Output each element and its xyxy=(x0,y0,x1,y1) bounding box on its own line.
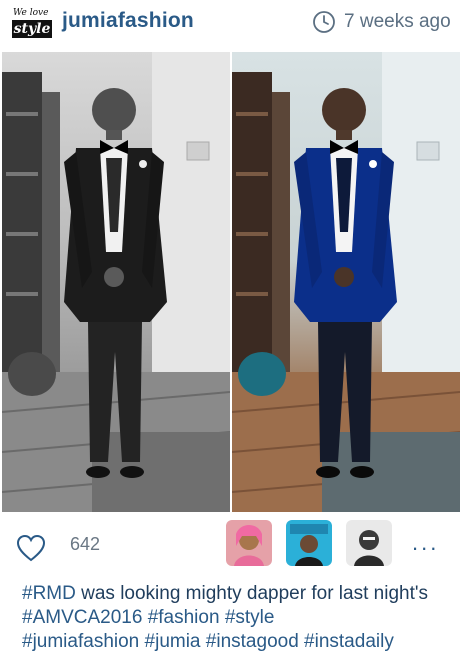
bw-scene xyxy=(2,52,230,512)
hashtag-fashion[interactable]: #fashion xyxy=(148,607,220,628)
post-header: We love style jumiafashion 7 weeks ago xyxy=(0,0,460,48)
caption-text: was looking mighty dapper for last night… xyxy=(75,583,428,604)
hashtag-rmd[interactable]: #RMD xyxy=(22,583,76,604)
post-footer: 642 ... #RMD was looking mighty dapper f… xyxy=(0,512,460,651)
hashtag-instadaily[interactable]: #instadaily xyxy=(304,631,394,651)
more-dots-icon[interactable]: ... xyxy=(412,530,439,556)
photo-panel-color xyxy=(232,52,460,512)
logo-line2: style xyxy=(12,20,52,38)
post-photo[interactable] xyxy=(0,52,460,512)
avatar-3-image xyxy=(346,520,392,566)
like-count: 642 xyxy=(70,534,101,554)
avatar-2-image xyxy=(286,520,332,566)
liker-avatar-2[interactable] xyxy=(286,520,332,566)
color-scene xyxy=(232,52,460,512)
hashtag-jumiafashion[interactable]: #jumiafashion xyxy=(22,631,139,651)
clock-icon xyxy=(313,11,335,33)
liker-avatar-1[interactable] xyxy=(226,520,272,566)
avatar-1-image xyxy=(226,520,272,566)
hashtag-jumia[interactable]: #jumia xyxy=(145,631,201,651)
logo-line1: We love xyxy=(13,8,49,18)
photo-panel-bw xyxy=(2,52,230,512)
hashtag-amvca2016[interactable]: #AMVCA2016 xyxy=(22,607,142,628)
post-caption: #RMD was looking mighty dapper for last … xyxy=(22,582,452,651)
post-timestamp: 7 weeks ago xyxy=(344,11,451,32)
hashtag-style[interactable]: #style xyxy=(225,607,275,628)
hashtag-instagood[interactable]: #instagood xyxy=(206,631,299,651)
liker-avatar-3[interactable] xyxy=(346,520,392,566)
profile-logo[interactable]: We love style xyxy=(10,7,54,41)
heart-icon[interactable] xyxy=(16,534,46,562)
username-link[interactable]: jumiafashion xyxy=(62,9,194,33)
